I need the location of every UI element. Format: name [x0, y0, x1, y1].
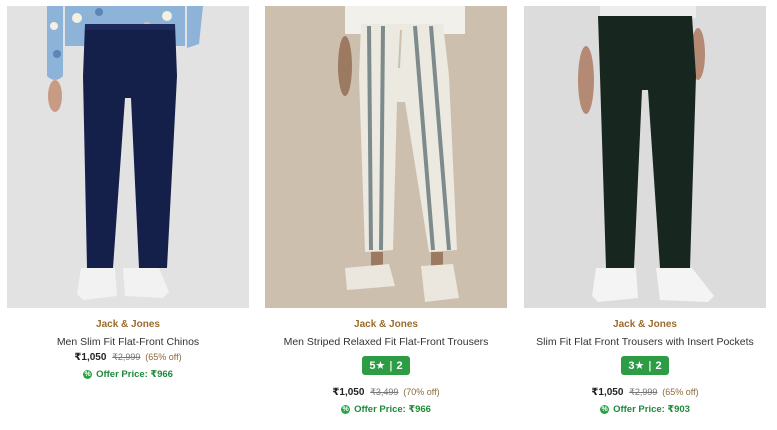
- offer-price: % Offer Price: ₹903: [600, 404, 690, 415]
- product-image[interactable]: [7, 6, 249, 308]
- product-image[interactable]: [524, 6, 766, 308]
- offer-price: % Offer Price: ₹966: [341, 404, 431, 415]
- rating-badge[interactable]: 5★ | 2: [362, 356, 410, 375]
- discount-label: (65% off): [662, 387, 699, 397]
- selling-price: ₹1,050: [591, 387, 624, 398]
- discount-label: (70% off): [403, 387, 440, 397]
- product-title[interactable]: Men Slim Fit Flat-Front Chinos: [7, 336, 249, 348]
- product-card[interactable]: Jack & Jones Men Slim Fit Flat-Front Chi…: [7, 6, 249, 381]
- product-brand: Jack & Jones: [354, 319, 418, 330]
- product-photo-navy-chinos: [47, 6, 203, 300]
- product-title[interactable]: Slim Fit Flat Front Trousers with Insert…: [524, 336, 766, 348]
- offer-tag-icon: %: [83, 370, 93, 379]
- mrp-price: ₹3,499: [370, 387, 399, 397]
- mrp-price: ₹2,999: [629, 387, 658, 397]
- price-row: ₹1,050 ₹3,499 (70% off): [265, 387, 507, 398]
- product-image[interactable]: [265, 6, 507, 308]
- rating-value: 3★: [628, 360, 645, 372]
- product-title[interactable]: Men Striped Relaxed Fit Flat-Front Trous…: [265, 336, 507, 348]
- price-row: ₹1,050 ₹2,999 (65% off): [524, 387, 766, 398]
- rating-count: 2: [655, 359, 662, 372]
- selling-price: ₹1,050: [332, 387, 365, 398]
- rating-value: 5★: [369, 360, 386, 372]
- rating-separator: |: [389, 359, 393, 372]
- rating-badge[interactable]: 3★ | 2: [621, 356, 669, 375]
- product-brand: Jack & Jones: [613, 319, 677, 330]
- discount-label: (65% off): [145, 352, 182, 362]
- product-card[interactable]: Jack & Jones Slim Fit Flat Front Trouser…: [524, 6, 766, 416]
- offer-price: % Offer Price: ₹966: [83, 369, 173, 380]
- offer-price-label: Offer Price: ₹966: [96, 369, 173, 380]
- offer-price-label: Offer Price: ₹903: [613, 404, 690, 415]
- rating-count: 2: [396, 359, 403, 372]
- offer-price-label: Offer Price: ₹966: [354, 404, 431, 415]
- rating-separator: |: [648, 359, 652, 372]
- product-photo-green-trousers: [524, 6, 766, 308]
- mrp-price: ₹2,999: [112, 352, 141, 362]
- product-card[interactable]: Jack & Jones Men Striped Relaxed Fit Fla…: [265, 6, 507, 416]
- product-photo-striped-trousers: [265, 6, 507, 308]
- offer-tag-icon: %: [600, 405, 610, 414]
- product-brand: Jack & Jones: [96, 319, 160, 330]
- offer-tag-icon: %: [341, 405, 351, 414]
- selling-price: ₹1,050: [74, 352, 107, 363]
- price-row: ₹1,050 ₹2,999 (65% off): [7, 352, 249, 363]
